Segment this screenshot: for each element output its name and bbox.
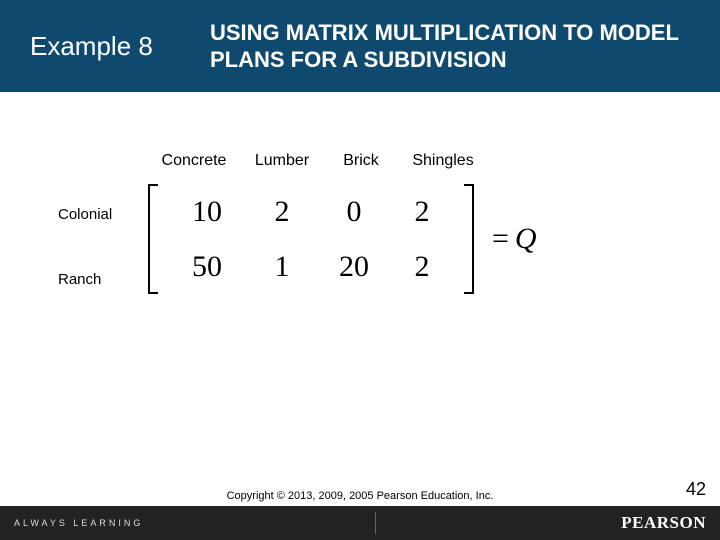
matrix-name-q: Q — [515, 222, 537, 256]
cell-r1c4: 2 — [390, 195, 454, 229]
cell-r2c2: 1 — [246, 250, 318, 284]
matrix-q: 10 2 0 2 50 1 20 2 = Q — [148, 184, 537, 294]
row-label-ranch: Ranch — [58, 271, 112, 288]
example-label: Example 8 — [30, 31, 210, 62]
page-number: 42 — [686, 479, 706, 500]
footer-separator-icon — [375, 512, 376, 534]
left-bracket-icon — [148, 184, 162, 294]
col-header-concrete: Concrete — [148, 152, 240, 170]
title-banner: Example 8 USING MATRIX MULTIPLICATION TO… — [0, 0, 720, 92]
tagline: ALWAYS LEARNING — [14, 518, 143, 528]
matrix-cells: 10 2 0 2 50 1 20 2 — [162, 184, 460, 294]
cell-r1c3: 0 — [318, 195, 390, 229]
cell-r2c4: 2 — [390, 250, 454, 284]
right-bracket-icon — [460, 184, 474, 294]
col-header-shingles: Shingles — [398, 152, 488, 170]
slide-title: USING MATRIX MULTIPLICATION TO MODEL PLA… — [210, 19, 702, 74]
matrix-column-headers: Concrete Lumber Brick Shingles — [148, 152, 488, 170]
matrix-row-labels: Colonial Ranch — [58, 202, 112, 288]
brand-logo: PEARSON — [621, 513, 706, 533]
cell-r2c1: 50 — [168, 250, 246, 284]
col-header-brick: Brick — [324, 152, 398, 170]
slide-content: Concrete Lumber Brick Shingles Colonial … — [0, 92, 720, 152]
equals-sign: = — [492, 222, 509, 256]
copyright-text: Copyright © 2013, 2009, 2005 Pearson Edu… — [227, 490, 494, 502]
cell-r1c1: 10 — [168, 195, 246, 229]
cell-r1c2: 2 — [246, 195, 318, 229]
col-header-lumber: Lumber — [240, 152, 324, 170]
row-label-colonial: Colonial — [58, 206, 112, 223]
cell-r2c3: 20 — [318, 250, 390, 284]
footer-bar: ALWAYS LEARNING PEARSON — [0, 506, 720, 540]
equation-assignment: = Q — [492, 222, 537, 256]
